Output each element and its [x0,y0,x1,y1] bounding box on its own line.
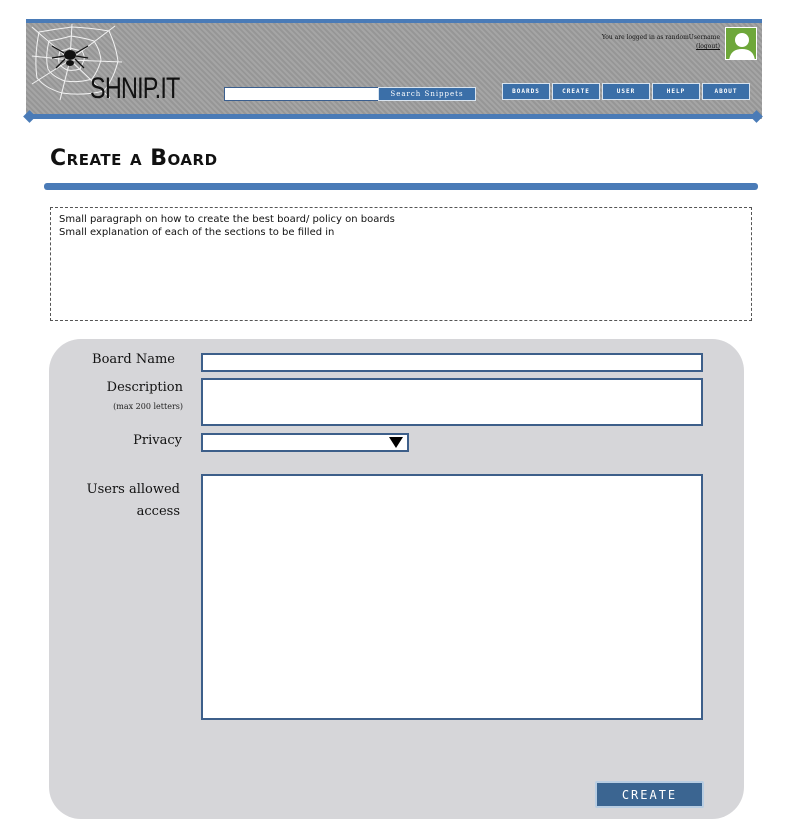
site-logo[interactable]: SHNIP.IT [30,22,180,112]
users-access-label: Users allowed access [60,479,180,523]
nav-create[interactable]: CREATE [552,83,600,100]
instructions-line-2: Small explanation of each of the section… [59,227,335,238]
triangle-down-icon[interactable] [389,437,403,449]
main-nav: BOARDS CREATE USER HELP ABOUT [502,83,750,100]
description-label: Description [106,380,183,395]
privacy-label: Privacy [133,433,182,448]
description-field[interactable] [201,378,703,426]
nav-help[interactable]: HELP [652,83,700,100]
create-button[interactable]: CREATE [595,781,704,808]
search-button[interactable]: Search Snippets [378,87,476,101]
privacy-select[interactable] [201,433,409,452]
users-access-label-line2: access [136,504,180,519]
nav-about[interactable]: ABOUT [702,83,750,100]
users-access-label-line1: Users allowed [86,482,180,497]
search-input[interactable] [224,87,380,101]
board-name-label: Board Name [92,352,175,367]
nav-boards[interactable]: BOARDS [502,83,550,100]
header-divider [30,114,758,119]
login-text: You are logged in as randomUsername [601,34,720,41]
board-name-field[interactable] [201,353,703,372]
logo-text: SHNIP.IT [90,72,180,105]
instructions-line-1: Small paragraph on how to create the bes… [59,214,395,225]
nav-user[interactable]: USER [602,83,650,100]
instructions-box: Small paragraph on how to create the bes… [50,207,752,321]
title-divider [44,183,758,190]
description-hint: (max 200 letters) [113,402,183,411]
login-status: You are logged in as randomUsername (log… [560,33,720,51]
page-title: Create a Board [50,146,218,171]
user-avatar-icon[interactable] [725,27,757,60]
users-access-field[interactable] [201,474,703,720]
logout-link[interactable]: (logout) [560,42,720,51]
